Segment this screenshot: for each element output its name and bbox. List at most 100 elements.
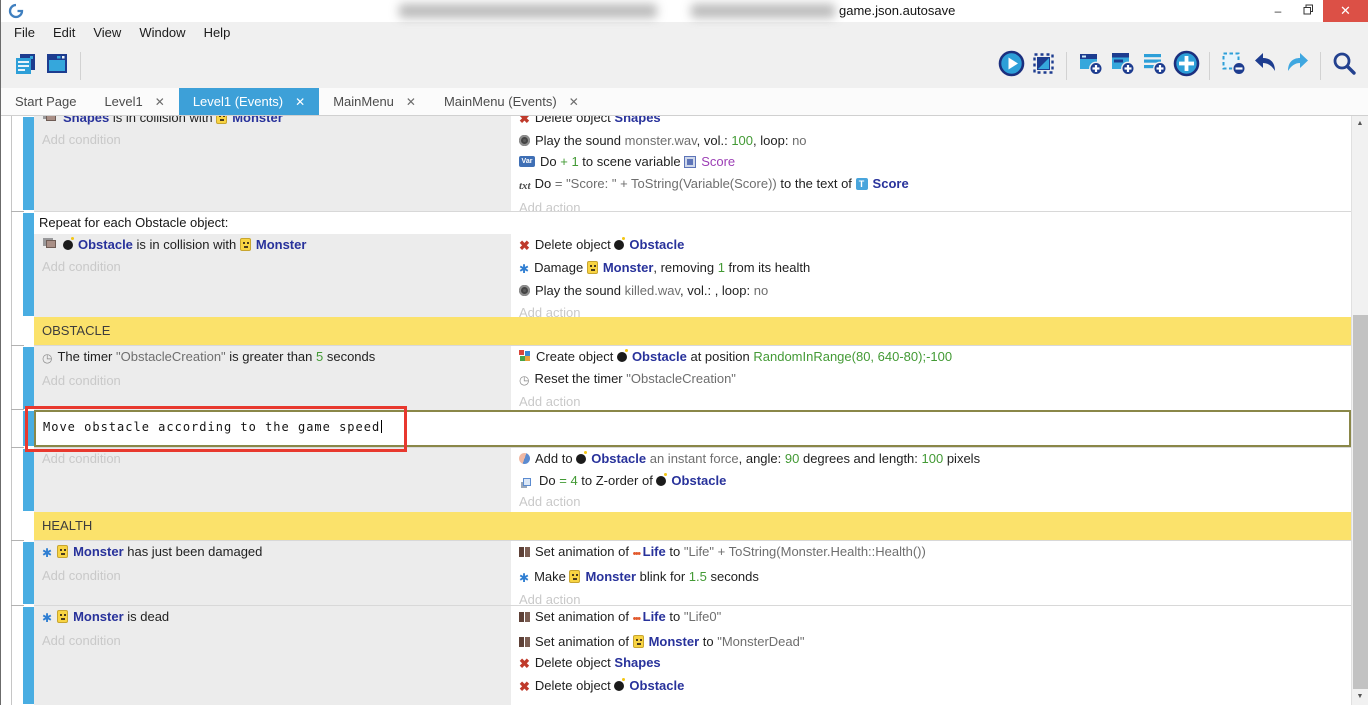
toolbar-search-button[interactable] xyxy=(1328,50,1360,82)
group-banner[interactable]: HEALTH xyxy=(34,512,1351,540)
text: has just been damaged xyxy=(124,544,263,559)
event-body: Shapes is in collision with MonsterAdd c… xyxy=(34,116,1351,211)
add-condition-button[interactable]: Add condition xyxy=(34,256,511,278)
menu-view[interactable]: View xyxy=(84,22,130,44)
text: Set animation of xyxy=(535,634,633,649)
action-row[interactable]: Make Monster blink for 1.5 seconds xyxy=(511,566,1351,590)
menu-window[interactable]: Window xyxy=(130,22,194,44)
vertical-scrollbar[interactable]: ▲ ▼ xyxy=(1351,116,1368,705)
toolbar-group xyxy=(1074,50,1202,82)
action-row[interactable]: Do = 4 to Z-order of Obstacle xyxy=(511,470,1351,492)
action-row[interactable]: Damage Monster, removing 1 from its heal… xyxy=(511,257,1351,281)
bomb-icon xyxy=(656,476,666,486)
restore-button[interactable] xyxy=(1293,0,1323,22)
text: seconds xyxy=(707,569,759,584)
add-action-button[interactable]: Add action xyxy=(511,491,1351,512)
toolbar-play-button[interactable] xyxy=(995,50,1027,82)
action-row[interactable]: Do + 1 to scene variable Score xyxy=(511,151,1351,173)
menu-file[interactable]: File xyxy=(5,22,44,44)
play-icon xyxy=(998,50,1025,82)
add-condition-button[interactable]: Add condition xyxy=(34,565,511,587)
toolbar-undo-button[interactable] xyxy=(1249,50,1281,82)
action-row[interactable]: Create object Obstacle at position Rando… xyxy=(511,346,1351,368)
add-condition-button[interactable]: Add condition xyxy=(34,448,511,470)
add-action-button[interactable]: Add action xyxy=(511,589,1351,605)
object-name: Monster xyxy=(256,237,307,252)
title-bar: game.json.autosave – ✕ xyxy=(1,0,1368,22)
comment-text: Move obstacle according to the game spee… xyxy=(43,420,380,434)
tab-label: MainMenu xyxy=(333,94,394,109)
toolbar-project-manager-button[interactable] xyxy=(9,50,41,82)
scroll-down-icon[interactable]: ▼ xyxy=(1352,689,1368,705)
toolbar-redo-button[interactable] xyxy=(1281,50,1313,82)
scrollbar-thumb[interactable] xyxy=(1353,315,1368,689)
action-row[interactable]: Delete object Shapes xyxy=(511,652,1351,675)
repeat-event-header[interactable]: Repeat for each Obstacle object: xyxy=(34,212,1351,234)
bomb-icon xyxy=(63,240,73,250)
toolbar-add-subevent-button[interactable] xyxy=(1106,50,1138,82)
monster-icon xyxy=(240,238,251,251)
action-row[interactable]: Reset the timer "ObstacleCreation" xyxy=(511,368,1351,392)
scroll-up-icon[interactable]: ▲ xyxy=(1352,116,1368,132)
restore-icon xyxy=(1303,4,1314,18)
tab-label: Level1 (Events) xyxy=(193,94,283,109)
object-name: Score xyxy=(873,176,909,191)
action-row[interactable]: Set animation of Life to "Life0" xyxy=(511,606,1351,631)
value: 1.5 xyxy=(689,569,707,584)
tab-start-page[interactable]: Start Page xyxy=(1,88,90,115)
toolbar-remove-event-button[interactable] xyxy=(1217,50,1249,82)
action-row[interactable]: Add to Obstacle an instant force, angle:… xyxy=(511,448,1351,470)
action-row[interactable]: Play the sound killed.wav, vol.: , loop:… xyxy=(511,280,1351,302)
add-action-button[interactable]: Add action xyxy=(511,302,1351,318)
tab-level1-events[interactable]: Level1 (Events) ✕ xyxy=(179,88,319,115)
menu-help[interactable]: Help xyxy=(195,22,240,44)
toolbar-scene-editor-button[interactable] xyxy=(41,50,73,82)
window-title: game.json.autosave xyxy=(839,3,955,18)
tab-level1[interactable]: Level1✕ xyxy=(90,88,178,115)
add-condition-button[interactable]: Add condition xyxy=(34,630,511,652)
undo-icon xyxy=(1252,50,1279,82)
minimize-button[interactable]: – xyxy=(1263,0,1293,22)
close-button[interactable]: ✕ xyxy=(1323,0,1368,22)
toolbar-add-circle-button[interactable] xyxy=(1170,50,1202,82)
text: Add to xyxy=(535,451,576,466)
close-icon[interactable]: ✕ xyxy=(155,95,165,109)
add-condition-button[interactable]: Add condition xyxy=(34,129,511,151)
event-block: Shapes is in collision with MonsterAdd c… xyxy=(34,116,1351,211)
toolbar-add-event-button[interactable] xyxy=(1074,50,1106,82)
condition-row[interactable]: Shapes is in collision with Monster xyxy=(34,116,511,129)
condition-row[interactable]: The timer "ObstacleCreation" is greater … xyxy=(34,346,511,370)
action-row[interactable]: Delete object Obstacle xyxy=(511,234,1351,257)
toolbar-add-comment-button[interactable] xyxy=(1138,50,1170,82)
tab-mainmenu-events[interactable]: MainMenu (Events)✕ xyxy=(430,88,593,115)
tab-mainmenu[interactable]: MainMenu ✕ xyxy=(319,88,430,115)
text: to scene variable xyxy=(579,154,685,169)
close-icon[interactable]: ✕ xyxy=(569,95,579,109)
health-icon xyxy=(42,608,52,630)
add-condition-button[interactable]: Add condition xyxy=(34,370,511,392)
menu-edit[interactable]: Edit xyxy=(44,22,84,44)
close-icon[interactable]: ✕ xyxy=(406,95,416,109)
text: Delete object xyxy=(535,655,615,670)
text: is dead xyxy=(124,609,170,624)
conditions-column: Shapes is in collision with MonsterAdd c… xyxy=(34,116,511,211)
action-row[interactable]: Set animation of Monster to "MonsterDead… xyxy=(511,631,1351,653)
conditions-column: Monster has just been damagedAdd conditi… xyxy=(34,541,511,605)
condition-row[interactable]: Monster has just been damaged xyxy=(34,541,511,565)
text: Play the sound xyxy=(535,133,625,148)
group-banner[interactable]: OBSTACLE xyxy=(34,317,1351,345)
action-row[interactable]: Set animation of Life to "Life" + ToStri… xyxy=(511,541,1351,566)
event-body: Obstacle is in collision with MonsterAdd… xyxy=(34,234,1351,317)
action-row[interactable]: Do = "Score: " + ToString(Variable(Score… xyxy=(511,173,1351,198)
action-row[interactable]: Delete object Shapes xyxy=(511,116,1351,130)
action-row[interactable]: Play the sound monster.wav, vol.: 100, l… xyxy=(511,130,1351,152)
condition-row[interactable]: Obstacle is in collision with Monster xyxy=(34,234,511,256)
close-icon[interactable]: ✕ xyxy=(295,95,305,109)
add-action-button[interactable]: Add action xyxy=(511,197,1351,211)
comment-edit-box[interactable]: Move obstacle according to the game spee… xyxy=(34,410,1351,447)
action-row[interactable]: Delete object Obstacle xyxy=(511,675,1351,698)
titlebar-redacted-text xyxy=(691,4,835,18)
toolbar-debugger-button[interactable] xyxy=(1027,50,1059,82)
add-action-button[interactable]: Add action xyxy=(511,391,1351,410)
condition-row[interactable]: Monster is dead xyxy=(34,606,511,630)
